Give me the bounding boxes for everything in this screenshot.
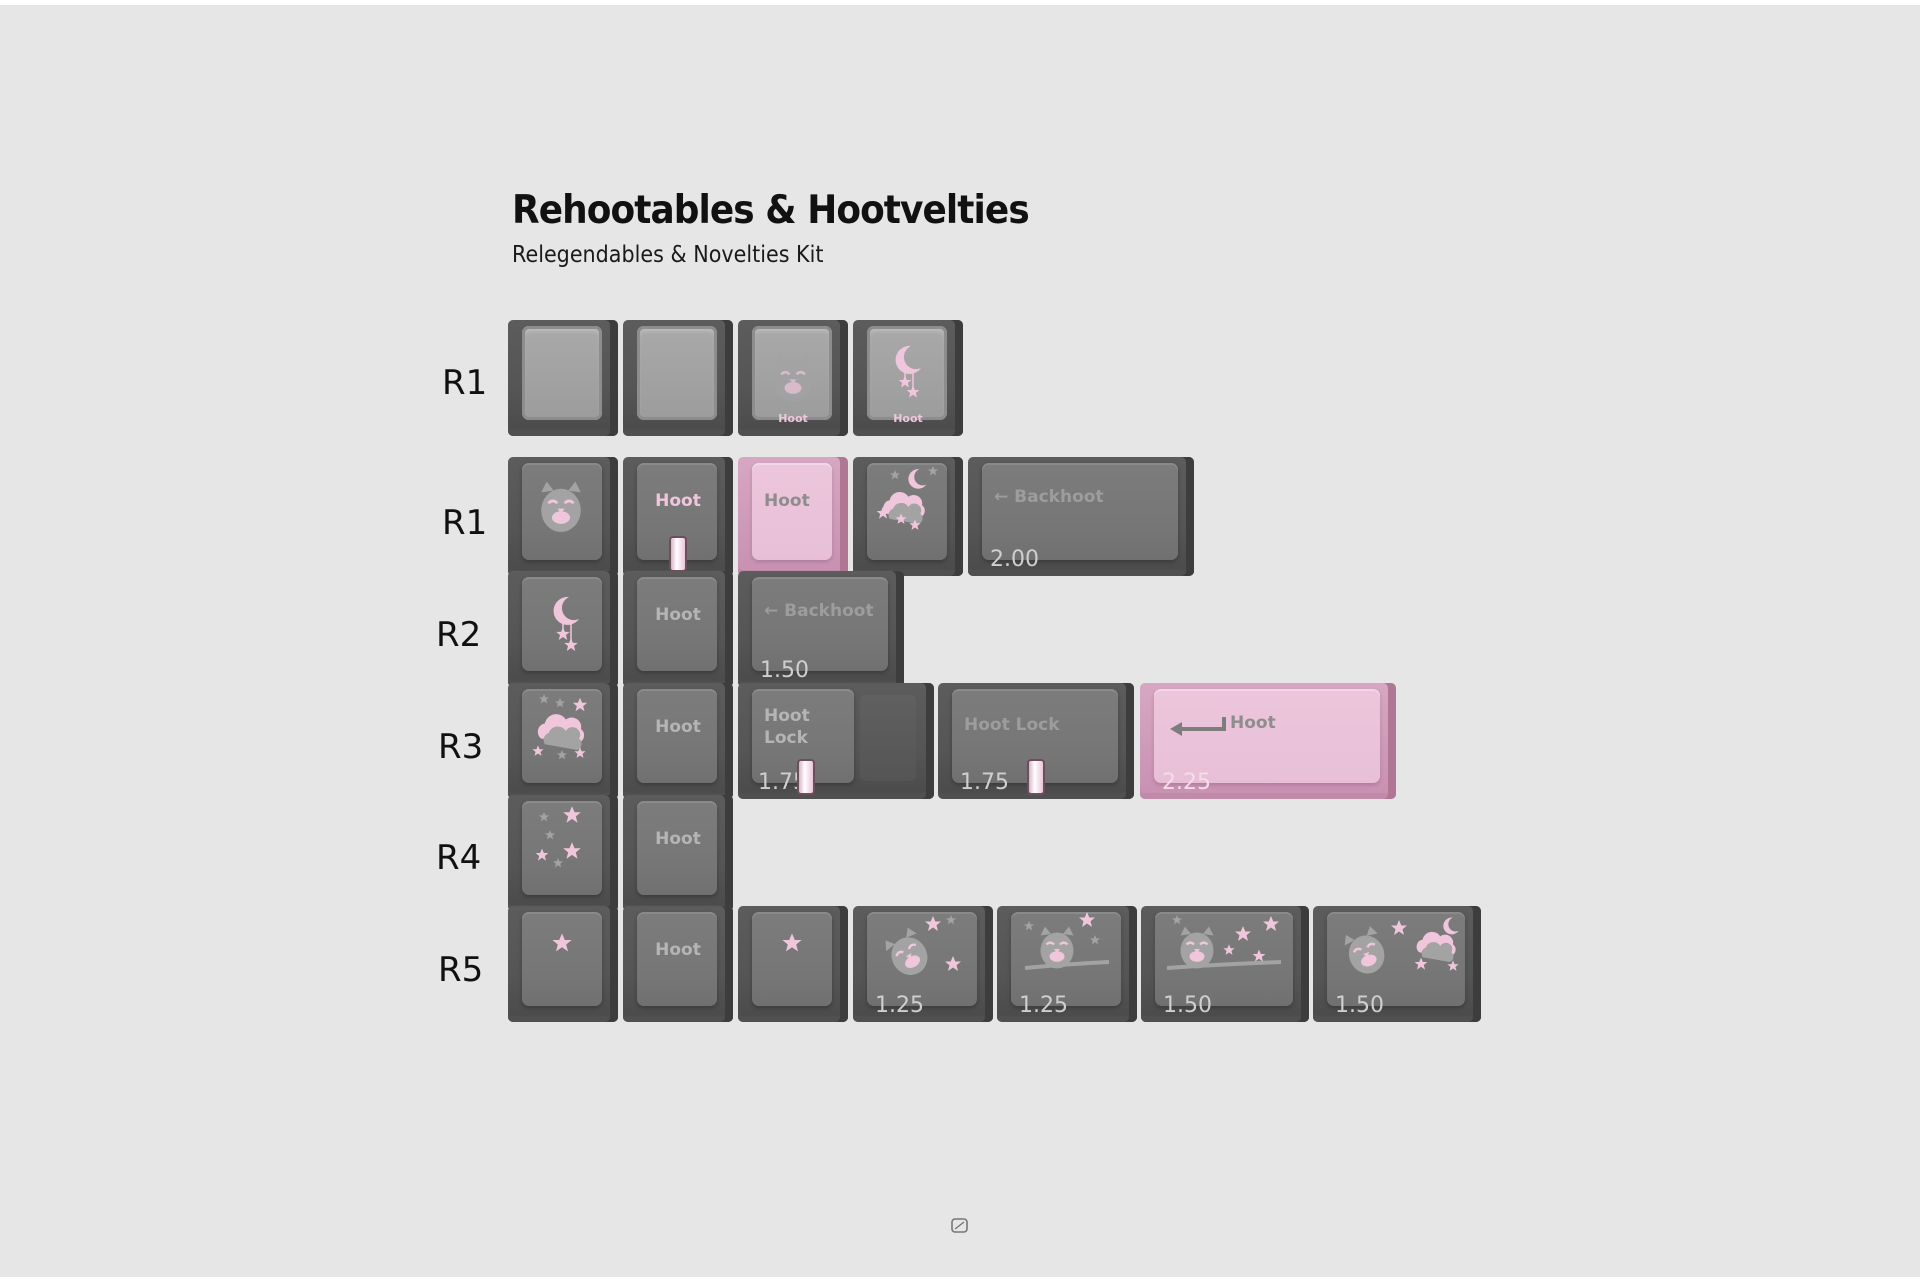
keycap-relegendable-owl: Hoot bbox=[738, 320, 848, 436]
keycap-size: 1.50 bbox=[1335, 993, 1384, 1018]
keycap-r4-hoot: Hoot bbox=[623, 795, 733, 911]
keycap-size: 1.75 bbox=[960, 770, 1009, 795]
keycap-legend: ← Backhoot bbox=[764, 601, 874, 621]
logo-icon bbox=[951, 1218, 968, 1233]
page-subtitle: Relegendables & Novelties Kit bbox=[512, 242, 824, 268]
keycap-relegendable-blank-2 bbox=[623, 320, 733, 436]
keycap-r5-star bbox=[508, 906, 618, 1022]
keycap-r5-owl-125: 1.25 bbox=[853, 906, 993, 1022]
keycap-r1-backhoot-200: ← Backhoot 2.00 bbox=[968, 457, 1194, 576]
keycap-r1-hoot-pink: Hoot bbox=[738, 457, 848, 576]
keycap-legend: Hoot Lock bbox=[764, 706, 810, 748]
keycap-r5-owl-cloud-150: 1.50 bbox=[1313, 906, 1481, 1022]
keycap-legend: Hoot Lock bbox=[964, 715, 1060, 735]
keycap-relegendable-blank-1 bbox=[508, 320, 618, 436]
keycap-legend: Hoot bbox=[655, 940, 701, 960]
relegendable-hoot-label: Hoot bbox=[778, 412, 808, 425]
keycap-size: 1.25 bbox=[1019, 993, 1068, 1018]
keycap-size: 1.50 bbox=[1163, 993, 1212, 1018]
page-title: Rehootables & Hootvelties bbox=[512, 188, 1030, 233]
keycap-legend: Hoot bbox=[655, 717, 701, 737]
keycap-r3-hoot: Hoot bbox=[623, 683, 733, 799]
cloud-moon-icon bbox=[876, 466, 938, 530]
keycap-r3-hoot-lock-stepped: Hoot Lock 1.75 bbox=[738, 683, 934, 799]
keycap-legend: Hoot bbox=[764, 491, 810, 511]
keycap-r3-hoot-lock: Hoot Lock 1.75 bbox=[938, 683, 1134, 799]
keycap-r1-owl bbox=[508, 457, 618, 576]
keycap-size: 2.25 bbox=[1162, 770, 1211, 795]
keycap-legend: Hoot bbox=[655, 491, 701, 511]
keycap-r3-enter-hoot-225: Hoot 2.25 bbox=[1140, 683, 1396, 799]
keycap-size: 1.50 bbox=[760, 658, 809, 683]
stars-icon bbox=[535, 806, 581, 868]
stabilizer-stem bbox=[1029, 761, 1043, 793]
keycap-r3-cloud-stars bbox=[508, 683, 618, 799]
star-icon bbox=[782, 933, 802, 952]
keycap-legend: Hoot bbox=[1230, 713, 1276, 733]
relegendable-hoot-label-2: Hoot bbox=[893, 412, 923, 425]
row-label-r2: R2 bbox=[436, 615, 482, 655]
keycap-r2-backhoot-150: ← Backhoot 1.50 bbox=[738, 571, 904, 687]
keycap-r2-moon bbox=[508, 571, 618, 687]
moon-stars-icon bbox=[553, 596, 579, 651]
cloud-stars-icon bbox=[532, 694, 588, 760]
keycap-r2-hoot: Hoot bbox=[623, 571, 733, 687]
star-icon bbox=[552, 933, 572, 952]
keycap-r1-hoot: Hoot bbox=[623, 457, 733, 576]
keycap-r5-star-2 bbox=[738, 906, 848, 1022]
keycap-r1-cloud-moon bbox=[853, 457, 963, 576]
stabilizer-stem bbox=[799, 761, 813, 793]
keycap-size: 1.25 bbox=[875, 993, 924, 1018]
keycap-size: 2.00 bbox=[990, 547, 1039, 572]
backspace-arrow-icon: ← bbox=[764, 601, 779, 621]
keycap-legend: ← Backhoot bbox=[994, 487, 1104, 507]
row-label-r5: R5 bbox=[438, 950, 484, 990]
row-label-r4: R4 bbox=[436, 838, 482, 878]
row-label-r1-trans: R1 bbox=[442, 363, 488, 403]
backspace-arrow-icon: ← bbox=[994, 487, 1009, 507]
stabilizer-stem bbox=[671, 538, 685, 570]
row-label-r1: R1 bbox=[442, 503, 488, 543]
keycap-legend: Hoot bbox=[655, 605, 701, 625]
keycap-r5-owl-branch-125: 1.25 bbox=[997, 906, 1137, 1022]
keycap-legend: Hoot bbox=[655, 829, 701, 849]
owl-icon bbox=[539, 480, 583, 534]
top-border bbox=[0, 0, 1920, 5]
keycap-r5-hoot: Hoot bbox=[623, 906, 733, 1022]
keycap-r4-stars bbox=[508, 795, 618, 911]
keycap-relegendable-moon: Hoot bbox=[853, 320, 963, 436]
row-label-r3: R3 bbox=[438, 727, 484, 767]
keycap-r5-owl-branch-150: 1.50 bbox=[1141, 906, 1309, 1022]
